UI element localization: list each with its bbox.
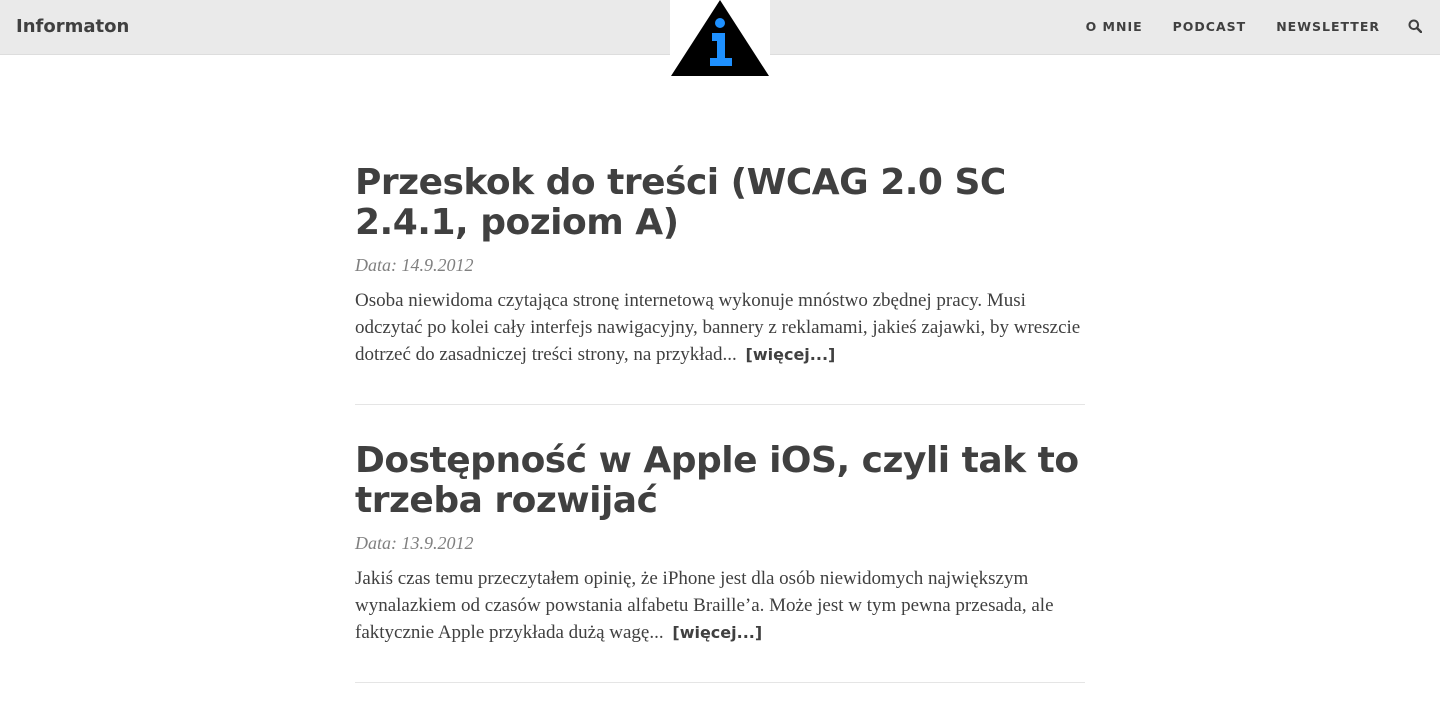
search-icon[interactable] [1408,19,1424,35]
info-triangle-logo-icon [671,0,769,76]
post-title: Przeskok do treści (WCAG 2.0 SC 2.4.1, p… [355,163,1085,243]
brand-link[interactable]: Informaton [16,16,129,38]
post-title: Dostępność w Apple iOS, czyli tak to trz… [355,441,1085,521]
post-excerpt: Osoba niewidoma czytająca stronę interne… [355,287,1085,368]
excerpt-text: Osoba niewidoma czytająca stronę interne… [355,290,1081,365]
post-title-link[interactable]: Dostępność w Apple iOS, czyli tak to trz… [355,440,1079,521]
site-logo[interactable] [670,0,770,78]
post-preview: Dostępność w Apple iOS, czyli tak to trz… [355,441,1085,683]
read-more-link[interactable]: [więcej...] [746,345,836,364]
read-more-link[interactable]: [więcej...] [672,623,762,642]
nav-link-podcast[interactable]: PODCAST [1173,18,1247,36]
post-title-link[interactable]: Przeskok do treści (WCAG 2.0 SC 2.4.1, p… [355,162,1006,243]
nav-links: O MNIE PODCAST NEWSLETTER [1086,18,1424,36]
post-list: Przeskok do treści (WCAG 2.0 SC 2.4.1, p… [355,163,1085,719]
post-excerpt: Jakiś czas temu przeczytałem opinię, że … [355,565,1085,646]
post-date: Data: 13.9.2012 [355,533,474,553]
post-date: Data: 14.9.2012 [355,255,474,275]
nav-link-newsletter[interactable]: NEWSLETTER [1276,18,1380,36]
nav-link-o-mnie[interactable]: O MNIE [1086,18,1143,36]
post-preview: Przeskok do treści (WCAG 2.0 SC 2.4.1, p… [355,163,1085,405]
